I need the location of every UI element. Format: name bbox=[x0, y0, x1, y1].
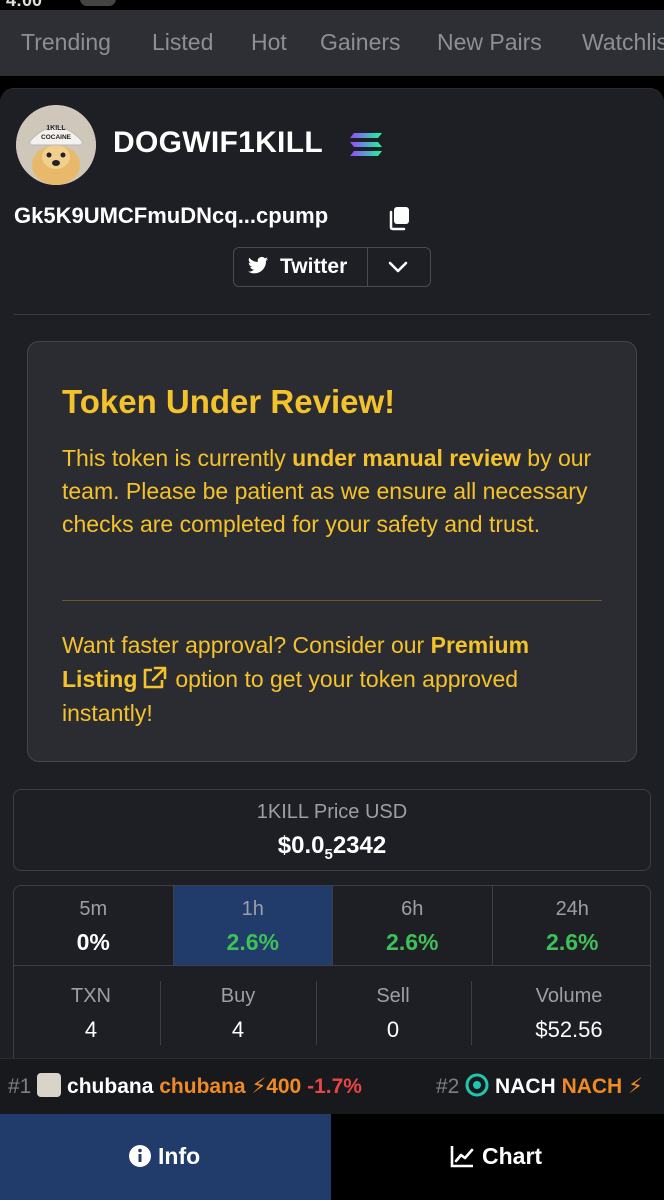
ticker-symbol: NACH bbox=[561, 1075, 623, 1098]
period-change: 2.6% bbox=[386, 929, 439, 955]
stat-value: 0 bbox=[386, 1017, 400, 1042]
tab-listed[interactable]: Listed bbox=[152, 29, 213, 56]
copy-icon[interactable] bbox=[386, 205, 412, 231]
line-chart-icon bbox=[450, 1146, 474, 1168]
stat-value: 4 bbox=[84, 1017, 98, 1042]
cta-text-1: Want faster approval? Consider our bbox=[62, 632, 431, 658]
ticker-item[interactable]: #2 NACH NACH ⚡ bbox=[436, 1073, 643, 1099]
stat-sell: Sell 0 bbox=[316, 974, 470, 1054]
token-avatar: 1KILL COCAINE bbox=[16, 105, 96, 185]
review-body: This token is currently under manual rev… bbox=[62, 442, 602, 541]
period-change: 0% bbox=[76, 929, 110, 955]
period-1h[interactable]: 1h 2.6% bbox=[173, 886, 333, 966]
info-icon bbox=[129, 1145, 151, 1167]
stat-label: Buy bbox=[220, 985, 256, 1007]
price-value: $0.052342 bbox=[0, 832, 664, 863]
token-name: DOGWIF1KILL bbox=[113, 126, 323, 159]
period-label: 6h bbox=[401, 898, 424, 920]
stat-label: Sell bbox=[376, 985, 410, 1007]
category-tabs: Trending Listed Hot Gainers New Pairs Wa… bbox=[0, 10, 664, 76]
period-label: 1h bbox=[241, 898, 264, 920]
solana-icon bbox=[350, 133, 382, 156]
external-link-icon[interactable] bbox=[141, 666, 167, 690]
tab-watchlist[interactable]: Watchlist bbox=[582, 29, 664, 56]
stat-txn: TXN 4 bbox=[14, 974, 168, 1054]
ticker-symbol: chubana bbox=[159, 1075, 246, 1098]
avatar-text-2: COCAINE bbox=[41, 134, 72, 141]
avatar-text-1: 1KILL bbox=[46, 125, 66, 132]
stats-grid: 5m 0% 1h 2.6% 6h 2.6% 24h 2.6% TXN 4 Buy… bbox=[13, 885, 651, 1065]
review-divider bbox=[62, 600, 602, 601]
tab-trending[interactable]: Trending bbox=[21, 29, 111, 56]
period-change: 2.6% bbox=[226, 929, 279, 955]
ticker-boost: ⚡400 bbox=[251, 1075, 302, 1098]
period-change: 2.6% bbox=[546, 929, 599, 955]
stat-value: 4 bbox=[231, 1017, 245, 1042]
nav-info-label: Info bbox=[158, 1143, 201, 1169]
ticker-item[interactable]: #1 chubana chubana ⚡400 -1.7% bbox=[8, 1073, 362, 1099]
stat-label: TXN bbox=[71, 985, 111, 1007]
price-zero-count: 5 bbox=[324, 846, 333, 863]
bottom-nav: Info Chart bbox=[0, 1114, 664, 1200]
ticker-name: NACH bbox=[495, 1075, 556, 1098]
period-24h[interactable]: 24h 2.6% bbox=[492, 886, 650, 966]
twitter-button[interactable]: Twitter bbox=[234, 248, 368, 286]
chubana-token-icon bbox=[37, 1073, 62, 1097]
ticker-change: -1.7% bbox=[307, 1075, 362, 1098]
tab-gainers[interactable]: Gainers bbox=[320, 29, 401, 56]
twitter-icon bbox=[247, 256, 269, 274]
nav-chart-tab[interactable]: Chart bbox=[332, 1114, 664, 1200]
tab-hot[interactable]: Hot bbox=[251, 29, 287, 56]
chevron-down-icon[interactable] bbox=[386, 257, 410, 277]
stat-buy: Buy 4 bbox=[161, 974, 315, 1054]
review-body-text-1: This token is currently bbox=[62, 445, 293, 471]
ticker-name: chubana bbox=[67, 1075, 154, 1098]
status-bar: 4:00 bbox=[0, 0, 664, 10]
review-title: Token Under Review! bbox=[62, 383, 396, 420]
tab-new-pairs[interactable]: New Pairs bbox=[437, 29, 542, 56]
period-5m[interactable]: 5m 0% bbox=[14, 886, 174, 966]
trending-ticker: #1 chubana chubana ⚡400 -1.7% #2 NACH NA… bbox=[0, 1058, 664, 1114]
nach-token-icon bbox=[465, 1073, 489, 1097]
stat-value: $52.56 bbox=[535, 1017, 603, 1042]
premium-listing-text: Want faster approval? Consider our Premi… bbox=[62, 628, 602, 730]
stat-separator bbox=[471, 981, 472, 1045]
ticker-boost: ⚡ bbox=[628, 1075, 643, 1098]
period-label: 5m bbox=[79, 898, 108, 920]
twitter-label: Twitter bbox=[280, 255, 348, 278]
price-digits: 2342 bbox=[332, 832, 387, 859]
status-pill bbox=[80, 0, 116, 6]
period-label: 24h bbox=[555, 898, 589, 920]
dog-avatar-image: 1KILL COCAINE bbox=[16, 105, 96, 185]
nav-chart-label: Chart bbox=[482, 1143, 543, 1169]
nav-info-tab[interactable]: Info bbox=[0, 1114, 331, 1200]
ticker-rank: #2 bbox=[436, 1075, 460, 1098]
ticker-rank: #1 bbox=[8, 1075, 32, 1098]
price-prefix: $0.0 bbox=[277, 832, 325, 859]
stat-volume: Volume $52.56 bbox=[491, 974, 647, 1054]
review-body-bold: under manual review bbox=[292, 445, 521, 471]
twitter-button-group: Twitter bbox=[233, 247, 431, 287]
contract-address[interactable]: Gk5K9UMCFmuDNcq...cpump bbox=[14, 203, 328, 229]
header-divider bbox=[14, 314, 650, 315]
price-label: 1KILL Price USD bbox=[256, 801, 408, 823]
period-6h[interactable]: 6h 2.6% bbox=[333, 886, 493, 966]
stat-label: Volume bbox=[535, 985, 603, 1007]
